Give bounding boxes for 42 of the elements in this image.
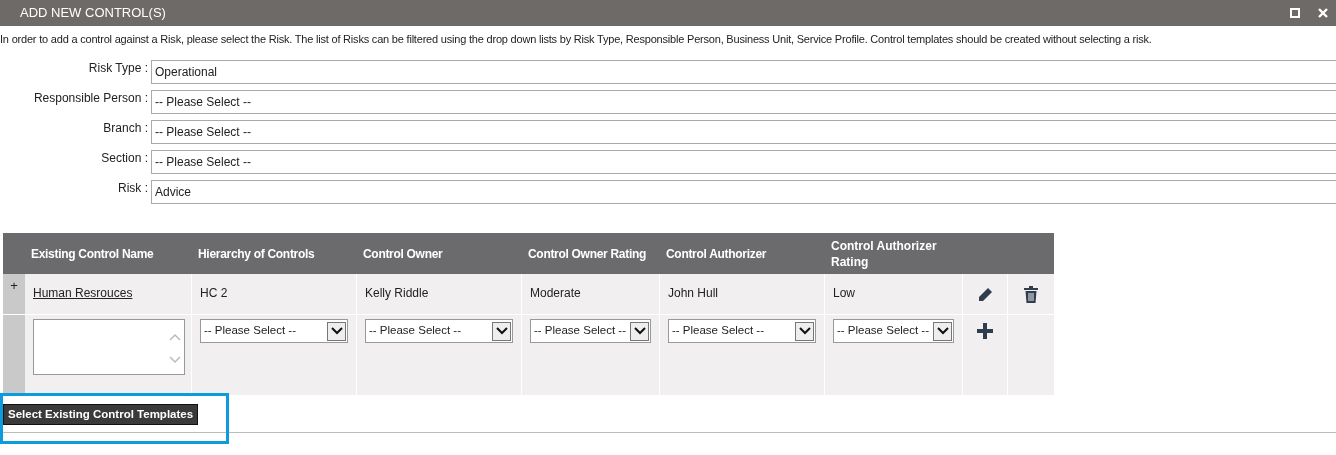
field-label: Risk Type : [87, 60, 149, 76]
templates-button[interactable]: Select Existing Control Templates [3, 404, 199, 426]
dropdown[interactable]: -- Please Select -- [365, 319, 513, 343]
dropdown[interactable]: -- Please Select -- [530, 319, 651, 343]
plus-icon[interactable] [977, 323, 993, 339]
column-header: Control Authorizer [666, 245, 767, 262]
trash-icon[interactable] [1024, 286, 1038, 303]
dropdown[interactable]: -- Please Select -- [668, 319, 816, 343]
field-label: Responsible Person : [32, 90, 149, 106]
chevron-down-icon [798, 327, 811, 335]
column-header: Existing Control Name [31, 245, 154, 262]
field-label: Branch : [102, 120, 149, 136]
table-cell: Kelly Riddle [365, 286, 429, 300]
select-field[interactable]: Operational [151, 60, 1336, 84]
intro-text: In order to add a control against a Risk, please select the Risk. The list of Risks can be filtered using the drop down lists by Risk Type, Responsible Person, Business Unit, Service Profile. Control templates should be created without selecting a risk. [0, 32, 1153, 46]
chevron-down-icon [330, 327, 343, 335]
select-field[interactable]: -- Please Select -- [151, 90, 1336, 114]
table-cell: Moderate [530, 286, 581, 300]
field-label: Risk : [117, 180, 149, 196]
dropdown[interactable]: -- Please Select -- [200, 319, 348, 343]
column-header: Hierarchy of Controls [198, 245, 315, 262]
close-icon[interactable] [1318, 8, 1328, 18]
column-header: Control Owner [363, 245, 443, 262]
field-label: Section : [100, 150, 149, 166]
table-cell: Low [833, 286, 855, 300]
select-field[interactable]: -- Please Select -- [151, 120, 1336, 144]
expand-toggle[interactable]: + [10, 279, 18, 314]
maximize-button[interactable] [1290, 8, 1300, 18]
table-cell: HC 2 [200, 286, 228, 300]
column-header: Control Authorizer Rating [831, 237, 938, 270]
pencil-icon[interactable] [976, 286, 994, 304]
chevron-down-icon [936, 327, 949, 335]
control-link[interactable]: Human Resrouces [33, 286, 133, 300]
column-header: Control Owner Rating [528, 245, 646, 262]
text-area[interactable] [33, 319, 185, 375]
select-field[interactable]: Advice [151, 180, 1336, 204]
window-title: ADD NEW CONTROL(S) [20, 4, 166, 23]
select-field[interactable]: -- Please Select -- [151, 150, 1336, 174]
dropdown[interactable]: -- Please Select -- [833, 319, 954, 343]
chevron-down-icon [633, 327, 646, 335]
chevron-down-icon [495, 327, 508, 335]
table-cell: John Hull [668, 286, 719, 300]
